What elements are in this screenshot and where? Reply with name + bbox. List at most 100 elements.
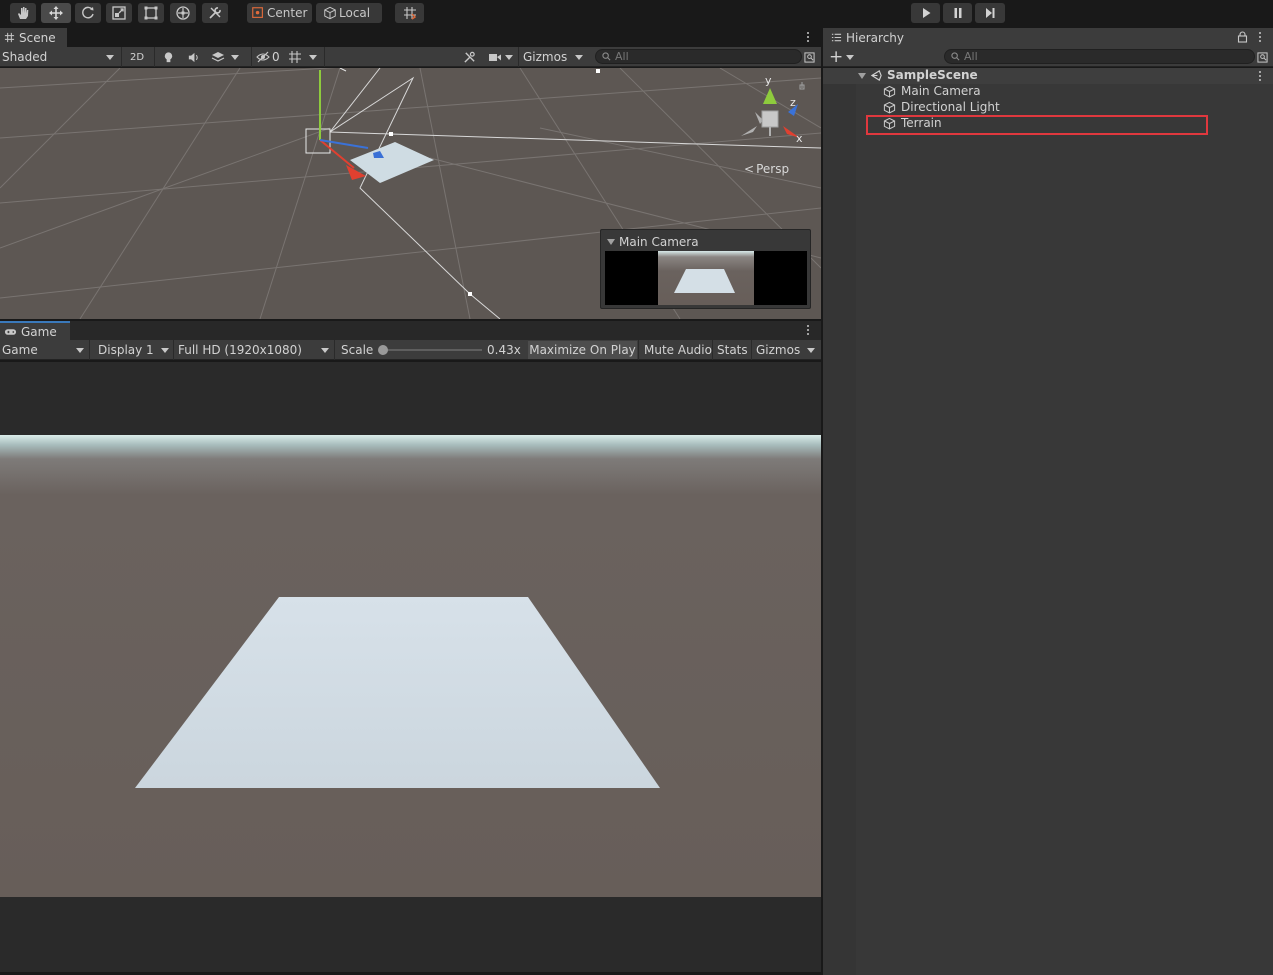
- scene-name: SampleScene: [887, 68, 978, 82]
- plus-icon: +: [829, 47, 844, 67]
- transform-tool-button[interactable]: [170, 3, 196, 23]
- scale-value: 0.43x: [487, 343, 521, 357]
- tab-game-label: Game: [21, 324, 57, 339]
- hierarchy-tree: SampleScene Main Camera Directional Ligh…: [823, 68, 1273, 975]
- resolution-value: Full HD (1920x1080): [178, 343, 302, 357]
- lightbulb-icon: [164, 51, 173, 62]
- gizmo-z-label: z: [790, 96, 796, 109]
- eye-hidden-icon: [256, 51, 270, 63]
- search-icon: [951, 52, 960, 61]
- highlight-annotation: [866, 115, 1208, 135]
- gizmos-dropdown[interactable]: Gizmos: [523, 48, 586, 66]
- custom-tool-button[interactable]: [202, 3, 228, 23]
- move-icon: [49, 6, 63, 20]
- game-view-value: Game: [2, 343, 38, 357]
- scale-slider-thumb[interactable]: [378, 345, 388, 355]
- hierarchy-item[interactable]: Main Camera: [823, 84, 1273, 100]
- pivot-mode-toggle[interactable]: Center: [247, 3, 312, 23]
- tools-button[interactable]: [463, 48, 479, 66]
- transform-icon: [176, 6, 190, 20]
- effects-dropdown[interactable]: [211, 48, 251, 66]
- mute-audio-toggle[interactable]: Mute Audio: [644, 341, 712, 359]
- chevron-down-icon: [106, 54, 114, 60]
- stats-toggle[interactable]: Stats: [717, 341, 748, 359]
- game-menu-icon[interactable]: [807, 325, 810, 336]
- collapse-arrow-icon: [607, 239, 615, 245]
- game-viewport[interactable]: [0, 435, 821, 897]
- unity-scene-icon: [870, 70, 882, 81]
- scene-root-row[interactable]: SampleScene: [823, 68, 1273, 84]
- step-button[interactable]: [975, 3, 1005, 23]
- game-view-dropdown[interactable]: Game: [2, 341, 86, 359]
- rect-tool-button[interactable]: [138, 3, 164, 23]
- pivot-space-toggle[interactable]: Local: [316, 3, 382, 23]
- audio-toggle[interactable]: [187, 48, 203, 66]
- lock-icon[interactable]: [1237, 31, 1248, 43]
- scene-search-placeholder: All: [615, 50, 629, 63]
- shading-mode-dropdown[interactable]: Shaded: [2, 48, 117, 66]
- 2d-mode-toggle[interactable]: 2D: [126, 48, 148, 66]
- camera-preview-image: [605, 251, 807, 305]
- lighting-toggle[interactable]: [162, 48, 178, 66]
- hand-tool-button[interactable]: [10, 3, 36, 23]
- scene-grid-icon: [4, 32, 15, 43]
- shading-mode-value: Shaded: [2, 50, 48, 64]
- chevron-left-icon: <: [744, 162, 755, 176]
- scene-search-options[interactable]: [804, 48, 818, 66]
- rect-icon: [144, 6, 158, 20]
- camera-preview-title: Main Camera: [619, 235, 699, 249]
- create-dropdown[interactable]: +: [829, 47, 855, 67]
- camera-preview-header[interactable]: Main Camera: [607, 235, 699, 249]
- move-tool-button[interactable]: [41, 3, 71, 23]
- stats-label: Stats: [717, 343, 748, 357]
- maximize-on-play-toggle[interactable]: Maximize On Play: [528, 341, 637, 359]
- video-camera-icon: [489, 54, 501, 61]
- perspective-toggle[interactable]: < Persp: [744, 162, 789, 176]
- game-tabbar: Game: [0, 321, 821, 340]
- persp-label: Persp: [756, 162, 790, 176]
- resolution-dropdown[interactable]: Full HD (1920x1080): [178, 341, 331, 359]
- hierarchy-item[interactable]: Directional Light: [823, 100, 1273, 116]
- hierarchy-menu-icon[interactable]: [1259, 32, 1262, 43]
- scale-slider-track[interactable]: [382, 349, 482, 351]
- grid-snap-button[interactable]: [395, 3, 424, 23]
- display-dropdown[interactable]: Display 1: [98, 341, 171, 359]
- scene-row-menu-icon[interactable]: [1259, 71, 1262, 82]
- pivot-mode-label: Center: [267, 6, 308, 20]
- pivot-center-icon: [252, 7, 263, 18]
- game-toolbar: Game Display 1 Full HD (1920x1080) Scale…: [0, 340, 821, 360]
- grid-dropdown[interactable]: [288, 48, 324, 66]
- chevron-down-icon: [321, 347, 329, 353]
- tab-game[interactable]: Game: [0, 321, 70, 340]
- search-options-icon: [804, 51, 815, 63]
- hierarchy-item-label: Directional Light: [901, 100, 1000, 114]
- gamepad-icon: [4, 328, 17, 335]
- chevron-down-icon: [505, 54, 513, 60]
- hidden-objects-toggle[interactable]: 0: [256, 48, 282, 66]
- camera-settings-dropdown[interactable]: [488, 48, 516, 66]
- hierarchy-gutter: [823, 68, 856, 975]
- scale-tool-button[interactable]: [106, 3, 132, 23]
- expand-arrow-icon: [858, 73, 866, 79]
- hierarchy-search-options[interactable]: [1257, 48, 1271, 66]
- scene-search-input[interactable]: All: [595, 49, 802, 64]
- rotate-tool-button[interactable]: [75, 3, 101, 23]
- grid-icon: [289, 51, 301, 63]
- cube-icon: [324, 6, 336, 20]
- search-options-icon: [1257, 51, 1268, 63]
- pause-button[interactable]: [943, 3, 972, 23]
- scene-tabbar: Scene: [0, 28, 821, 47]
- game-gizmos-dropdown[interactable]: Gizmos: [756, 341, 819, 359]
- rotate-icon: [82, 6, 94, 19]
- play-button[interactable]: [911, 3, 940, 23]
- grid-snap-icon: [403, 7, 416, 20]
- gizmo-x-label: x: [796, 132, 803, 145]
- scene-menu-icon[interactable]: [807, 32, 810, 43]
- tab-hierarchy[interactable]: Hierarchy: [823, 28, 1273, 47]
- gameobject-cube-icon: [883, 85, 896, 98]
- tab-scene[interactable]: Scene: [0, 28, 67, 47]
- hierarchy-tabbar: Hierarchy: [823, 28, 1273, 47]
- chevron-down-icon: [575, 54, 584, 60]
- scene-viewport[interactable]: y z x < Persp Main Camera: [0, 68, 821, 319]
- hierarchy-search-input[interactable]: All: [944, 49, 1255, 64]
